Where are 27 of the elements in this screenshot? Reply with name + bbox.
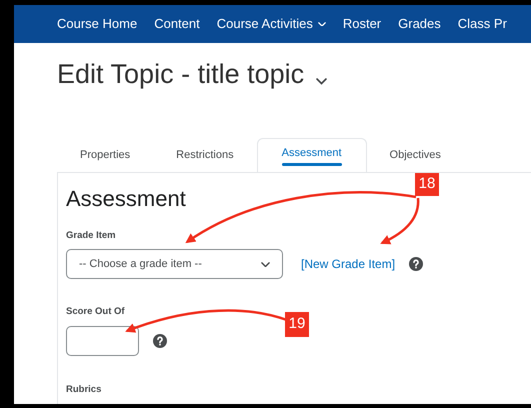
- page-title: Edit Topic - title topic: [57, 58, 304, 91]
- tab[interactable]: Objectives: [366, 138, 464, 172]
- tab[interactable]: Restrictions: [153, 138, 257, 172]
- field-label: Score Out Of: [66, 305, 125, 320]
- tab-underline: [282, 163, 342, 166]
- nav-link[interactable]: Grades: [398, 14, 441, 34]
- tab[interactable]: Properties: [57, 138, 154, 172]
- section-title: Assessment: [66, 185, 186, 213]
- chevron-down-icon: [316, 78, 328, 85]
- callout-badge: 19: [285, 312, 309, 337]
- field-label: Rubrics: [66, 382, 102, 396]
- nav-link[interactable]: Class Pr: [458, 14, 507, 34]
- title-menu-button[interactable]: [316, 78, 328, 85]
- callout-badge: 18: [415, 173, 439, 196]
- nav-link[interactable]: Content: [154, 14, 200, 34]
- score-input[interactable]: [66, 326, 139, 356]
- nav-link[interactable]: Course Activities: [216, 14, 326, 34]
- field-label: Grade Item: [66, 229, 116, 243]
- new-grade-item-link[interactable]: [New Grade Item]: [301, 255, 396, 274]
- help-icon[interactable]: [153, 334, 167, 348]
- grade-item-select[interactable]: -- Choose a grade item --: [66, 249, 283, 280]
- nav-link[interactable]: Course Home: [57, 14, 138, 34]
- help-icon[interactable]: [409, 257, 424, 272]
- chevron-down-icon: [318, 22, 326, 26]
- chevron-down-icon: [261, 262, 270, 267]
- nav-link[interactable]: Roster: [342, 14, 382, 34]
- tab[interactable]: Assessment: [256, 138, 367, 172]
